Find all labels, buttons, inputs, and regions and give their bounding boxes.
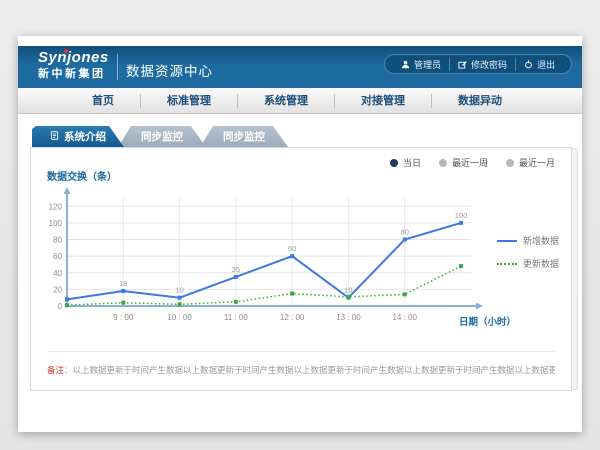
nav-item-home[interactable]: 首页 bbox=[66, 94, 141, 108]
radio-unselected-icon bbox=[506, 159, 514, 167]
radio-label: 当日 bbox=[403, 156, 421, 169]
svg-text:20: 20 bbox=[53, 285, 62, 294]
power-icon bbox=[524, 60, 533, 69]
header-divider bbox=[117, 54, 118, 80]
radio-unselected-icon bbox=[439, 159, 447, 167]
scrollbar[interactable] bbox=[571, 148, 578, 390]
y-axis-title: 数据交换（条） bbox=[47, 168, 117, 183]
footnote-text: ：以上数据更新于时间产生数据以上数据更新于时间产生数据以上数据更新于时间产生数据… bbox=[64, 365, 555, 375]
legend-update-data: 更新数据 bbox=[497, 257, 559, 270]
logo-subtext: 新中新集团 bbox=[38, 68, 109, 80]
x-axis-title: 日期（小时） bbox=[459, 314, 516, 328]
footnote-label: 备注 bbox=[47, 365, 64, 375]
tab-label: 同步监控 bbox=[141, 129, 183, 144]
svg-text:13 : 00: 13 : 00 bbox=[336, 313, 361, 322]
tab-label: 系统介绍 bbox=[64, 129, 106, 144]
svg-text:10: 10 bbox=[344, 286, 352, 295]
logo-accent-dot-icon bbox=[64, 49, 68, 53]
synjones-logo: Synjones 新中新集团 bbox=[38, 50, 109, 80]
nav-item-standard-mgmt[interactable]: 标准管理 bbox=[141, 94, 238, 108]
logo-wordmark: Synjones bbox=[38, 50, 109, 67]
svg-text:80: 80 bbox=[401, 228, 409, 237]
admin-user-label: 管理员 bbox=[414, 58, 441, 71]
footnote: 备注：以上数据更新于时间产生数据以上数据更新于时间产生数据以上数据更新于时间产生… bbox=[47, 351, 555, 376]
legend-line-dotted-icon bbox=[497, 263, 517, 265]
logout-button[interactable]: 退出 bbox=[516, 58, 563, 71]
radio-last-month[interactable]: 最近一月 bbox=[506, 156, 555, 169]
logout-label: 退出 bbox=[537, 58, 555, 71]
svg-text:18: 18 bbox=[119, 279, 127, 288]
svg-text:35: 35 bbox=[232, 265, 240, 274]
legend-label: 新增数据 bbox=[523, 234, 559, 247]
tab-sync-monitor-2[interactable]: 同步监控 bbox=[200, 126, 288, 147]
document-icon bbox=[50, 131, 59, 143]
legend-label: 更新数据 bbox=[523, 257, 559, 270]
svg-text:100: 100 bbox=[455, 211, 468, 220]
legend-new-data: 新增数据 bbox=[497, 234, 559, 247]
legend-line-solid-icon bbox=[497, 240, 517, 242]
site-title: 数据资源中心 bbox=[126, 60, 213, 80]
line-chart: 0 20 40 60 80 100 120 9 : 00 10 : 00 11 : 00 12 : … bbox=[39, 184, 485, 336]
svg-text:80: 80 bbox=[53, 236, 62, 245]
edit-icon bbox=[458, 60, 467, 69]
radio-label: 最近一周 bbox=[452, 156, 488, 169]
nav-item-data-change[interactable]: 数据异动 bbox=[432, 94, 528, 108]
time-range-radio-group: 当日 最近一周 最近一月 bbox=[390, 156, 555, 169]
nav-item-interface-mgmt[interactable]: 对接管理 bbox=[335, 94, 432, 108]
tab-label: 同步监控 bbox=[223, 129, 265, 144]
svg-text:10 : 00: 10 : 00 bbox=[167, 313, 192, 322]
svg-text:60: 60 bbox=[53, 252, 62, 261]
tab-bar: 系统介绍 同步监控 同步监控 bbox=[32, 126, 282, 147]
radio-today[interactable]: 当日 bbox=[390, 156, 421, 169]
admin-user-button[interactable]: 管理员 bbox=[393, 58, 450, 71]
browser-page: Synjones 新中新集团 数据资源中心 管理员 修 bbox=[18, 36, 582, 432]
svg-text:11 : 00: 11 : 00 bbox=[224, 313, 248, 322]
chart-legend: 新增数据 更新数据 bbox=[497, 234, 559, 280]
svg-text:14 : 00: 14 : 00 bbox=[392, 313, 417, 322]
logo-text: Synjones bbox=[38, 49, 109, 66]
nav-item-system-mgmt[interactable]: 系统管理 bbox=[238, 94, 335, 108]
person-icon bbox=[401, 60, 410, 69]
svg-text:40: 40 bbox=[53, 269, 62, 278]
svg-text:60: 60 bbox=[288, 244, 296, 253]
change-password-button[interactable]: 修改密码 bbox=[450, 58, 516, 71]
app-header: Synjones 新中新集团 数据资源中心 管理员 修 bbox=[18, 46, 582, 88]
radio-label: 最近一月 bbox=[519, 156, 555, 169]
desktop-background: Synjones 新中新集团 数据资源中心 管理员 修 bbox=[0, 0, 600, 450]
radio-last-week[interactable]: 最近一周 bbox=[439, 156, 488, 169]
user-menu: 管理员 修改密码 退出 bbox=[384, 54, 572, 74]
radio-selected-icon bbox=[390, 159, 398, 167]
tab-sync-monitor-1[interactable]: 同步监控 bbox=[118, 126, 206, 147]
svg-text:12 : 00: 12 : 00 bbox=[280, 313, 305, 322]
svg-text:100: 100 bbox=[49, 219, 63, 228]
svg-text:9 : 00: 9 : 00 bbox=[113, 313, 134, 322]
svg-text:10: 10 bbox=[175, 286, 183, 295]
change-password-label: 修改密码 bbox=[471, 58, 507, 71]
chart-panel: 当日 最近一周 最近一月 数据交换（条） 0 20 40 60 80 100 120 9 : … bbox=[30, 147, 572, 391]
svg-text:120: 120 bbox=[49, 202, 63, 211]
tab-system-intro[interactable]: 系统介绍 bbox=[32, 126, 124, 147]
main-nav: 首页 标准管理 系统管理 对接管理 数据异动 bbox=[18, 88, 582, 114]
svg-text:0: 0 bbox=[58, 302, 63, 311]
